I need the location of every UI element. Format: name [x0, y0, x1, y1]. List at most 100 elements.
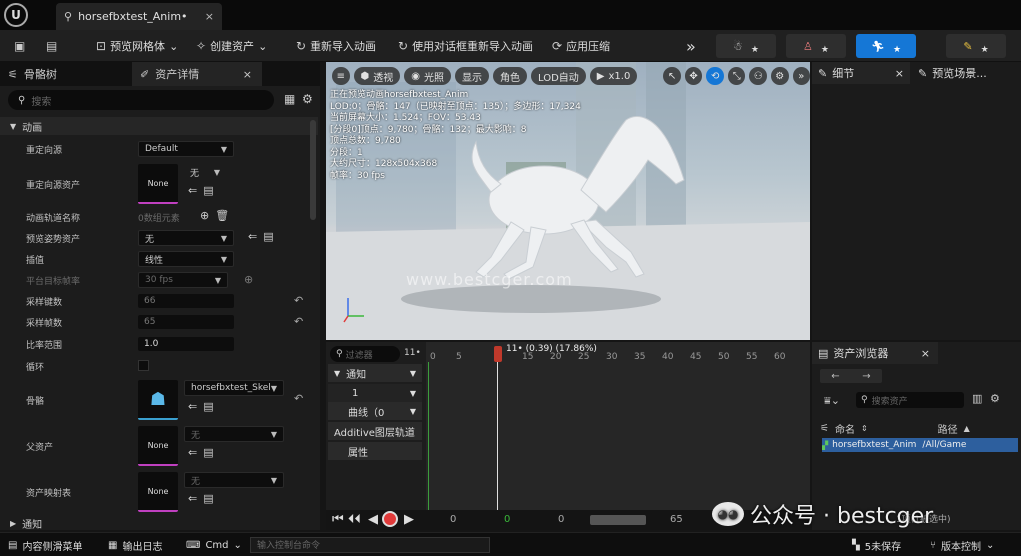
- step-back-icon[interactable]: ⏴⏴: [348, 512, 361, 527]
- play-reverse-icon[interactable]: ◀: [368, 512, 378, 527]
- use-selected-icon[interactable]: ⇐: [188, 184, 197, 197]
- scale-tool-icon[interactable]: ⤡: [727, 67, 746, 85]
- camera-speed-icon[interactable]: ⚇: [749, 67, 767, 85]
- skeleton-mode-button[interactable]: ☃ ★: [716, 34, 776, 58]
- viewport-options-icon[interactable]: ⚙: [770, 67, 789, 85]
- record-icon[interactable]: [382, 511, 398, 527]
- cmd-dropdown[interactable]: ⌨ Cmd ⌄: [186, 537, 242, 553]
- retarget-asset-picker[interactable]: 无 ▼: [184, 164, 226, 180]
- track-additive-layers[interactable]: Additive图层轨道: [328, 422, 422, 440]
- range-start-value[interactable]: 0: [450, 514, 456, 525]
- browse-icon[interactable]: ▤: [203, 184, 213, 197]
- track-notify-1[interactable]: 1 ▼: [328, 384, 422, 402]
- rotate-tool-icon[interactable]: ⟲: [706, 67, 724, 85]
- unsaved-button[interactable]: ▚ 5未保存: [852, 537, 901, 553]
- current-frame-value[interactable]: 0: [504, 514, 510, 525]
- unreal-logo-icon[interactable]: U: [4, 3, 28, 27]
- toolbar-overflow-button[interactable]: »: [686, 36, 696, 56]
- lod-button[interactable]: LOD自动: [531, 67, 586, 85]
- close-icon[interactable]: ×: [921, 347, 930, 360]
- back-arrow-icon[interactable]: ←: [831, 371, 839, 382]
- reset-icon[interactable]: ↶: [294, 315, 303, 328]
- browse-button[interactable]: ▤: [46, 36, 57, 56]
- section-animation[interactable]: ▼ 动画: [0, 117, 318, 135]
- retarget-source-dropdown[interactable]: Default ▼: [138, 141, 234, 157]
- skeleton-picker[interactable]: horsefbxtest_Skelet▼: [184, 380, 284, 396]
- create-asset-button[interactable]: ✧ 创建资产 ⌄: [196, 36, 267, 56]
- view-range-scrollbar[interactable]: [590, 515, 646, 525]
- loop-checkbox[interactable]: [138, 360, 149, 371]
- browse-icon[interactable]: ▤: [263, 230, 273, 243]
- apply-compress-button[interactable]: ⟳ 应用压缩: [552, 36, 610, 56]
- details-scrollbar[interactable]: [310, 120, 316, 220]
- tab-details[interactable]: ✎ 细节 ×: [812, 62, 910, 84]
- play-icon[interactable]: ▶: [404, 512, 414, 527]
- perspective-button[interactable]: ⬢ 透视: [353, 67, 401, 85]
- column-name[interactable]: 命名: [835, 421, 855, 436]
- delete-icon[interactable]: 🗑︎: [215, 209, 229, 222]
- view-options-icon[interactable]: ▥: [972, 392, 982, 405]
- skip-to-start-icon[interactable]: ⏮: [332, 512, 344, 527]
- viewport-menu-icon[interactable]: ≡: [332, 67, 350, 85]
- track-curves[interactable]: 曲线（0 ▼: [328, 402, 422, 420]
- preview-mesh-button[interactable]: ⊡ 预览网格体 ⌄: [96, 36, 178, 56]
- use-selected-icon[interactable]: ⇐: [248, 230, 257, 243]
- use-selected-icon[interactable]: ⇐: [188, 446, 197, 459]
- preview-pose-dropdown[interactable]: 无 ▼: [138, 230, 234, 246]
- interpolation-dropdown[interactable]: 线性 ▼: [138, 251, 234, 267]
- filter-icon[interactable]: ⩸⌄: [824, 394, 840, 408]
- animation-mode-button[interactable]: 🏃︎ ★: [856, 34, 916, 58]
- range-end-value[interactable]: 65: [670, 514, 683, 525]
- asset-mapping-picker[interactable]: 无 ▼: [184, 472, 284, 488]
- close-icon[interactable]: ×: [243, 68, 252, 81]
- playback-speed-button[interactable]: ▶ x1.0: [589, 67, 638, 85]
- output-log-button[interactable]: ▦ 输出日志: [108, 537, 162, 553]
- document-tab[interactable]: ⚲ horsefbxtest_Anim• ×: [56, 3, 222, 30]
- close-tab-icon[interactable]: ×: [205, 10, 214, 23]
- console-command-input[interactable]: 输入控制台命令: [250, 537, 490, 553]
- add-element-icon[interactable]: ⊕: [200, 209, 209, 222]
- reimport-button[interactable]: ↻ 重新导入动画: [296, 36, 376, 56]
- reset-icon[interactable]: ↶: [294, 392, 303, 405]
- tab-preview-scene[interactable]: ✎ 预览场景...: [912, 62, 1021, 84]
- version-control-button[interactable]: ⑂ 版本控制 ⌄: [930, 537, 994, 553]
- content-drawer-button[interactable]: ▤ 内容侧滑菜单: [8, 537, 82, 553]
- settings-icon[interactable]: ⚙: [302, 92, 313, 106]
- rate-scale-field[interactable]: 1.0: [138, 337, 234, 351]
- close-icon[interactable]: ×: [895, 67, 904, 80]
- mesh-mode-button[interactable]: ♙ ★: [786, 34, 846, 58]
- asset-list-item[interactable]: ▞ horsefbxtest_Anim /All/Game: [822, 438, 1018, 452]
- reimport-dialog-button[interactable]: ↻ 使用对话框重新导入动画: [398, 36, 533, 56]
- timeline-grid[interactable]: [426, 342, 810, 512]
- browse-icon[interactable]: ▤: [203, 492, 213, 505]
- retarget-asset-thumbnail[interactable]: None: [138, 164, 178, 204]
- track-notifies[interactable]: ▼ 通知 ▼: [328, 364, 422, 382]
- skeleton-thumbnail-icon[interactable]: ☗: [138, 380, 178, 420]
- column-path[interactable]: 路径: [938, 421, 958, 436]
- physics-mode-button[interactable]: ✎ ★: [946, 34, 1006, 58]
- asset-mapping-thumbnail[interactable]: None: [138, 472, 178, 512]
- translate-tool-icon[interactable]: ✥: [684, 67, 703, 85]
- reset-icon[interactable]: ↶: [294, 294, 303, 307]
- browse-icon[interactable]: ▤: [203, 400, 213, 413]
- track-filter-input[interactable]: ⚲ 过滤器: [330, 346, 400, 362]
- use-selected-icon[interactable]: ⇐: [188, 400, 197, 413]
- asset-search-input[interactable]: ⚲ 搜索资产: [856, 392, 964, 408]
- settings-icon[interactable]: ⚙: [990, 392, 1000, 405]
- tab-asset-browser[interactable]: ▤ 资产浏览器 ×: [812, 342, 938, 364]
- lit-button[interactable]: ◉ 光照: [404, 67, 451, 85]
- details-search-input[interactable]: ⚲ 搜索: [8, 90, 274, 110]
- view-start-value[interactable]: 0: [558, 514, 564, 525]
- forward-arrow-icon[interactable]: →: [862, 371, 870, 382]
- parent-asset-thumbnail[interactable]: None: [138, 426, 178, 466]
- table-view-icon[interactable]: ▦: [284, 92, 295, 106]
- character-button[interactable]: 角色: [493, 67, 527, 85]
- preview-viewport[interactable]: ≡ ⬢ 透视 ◉ 光照 显示 角色 LOD自动 ▶ x1.0 ↖ ✥ ⟲ ⤡ ⚇ ⚙ …: [326, 62, 810, 340]
- save-button[interactable]: ▣: [14, 36, 25, 56]
- timeline-ruler[interactable]: 0 5 15 20 25 30 35 40 45 50 55 60: [426, 346, 810, 362]
- tab-asset-details[interactable]: ✐ 资产详情 ×: [132, 62, 262, 86]
- browse-icon[interactable]: ▤: [203, 446, 213, 459]
- viewport-more-icon[interactable]: »: [792, 67, 810, 85]
- show-button[interactable]: 显示: [455, 67, 489, 85]
- select-tool-icon[interactable]: ↖: [663, 67, 681, 85]
